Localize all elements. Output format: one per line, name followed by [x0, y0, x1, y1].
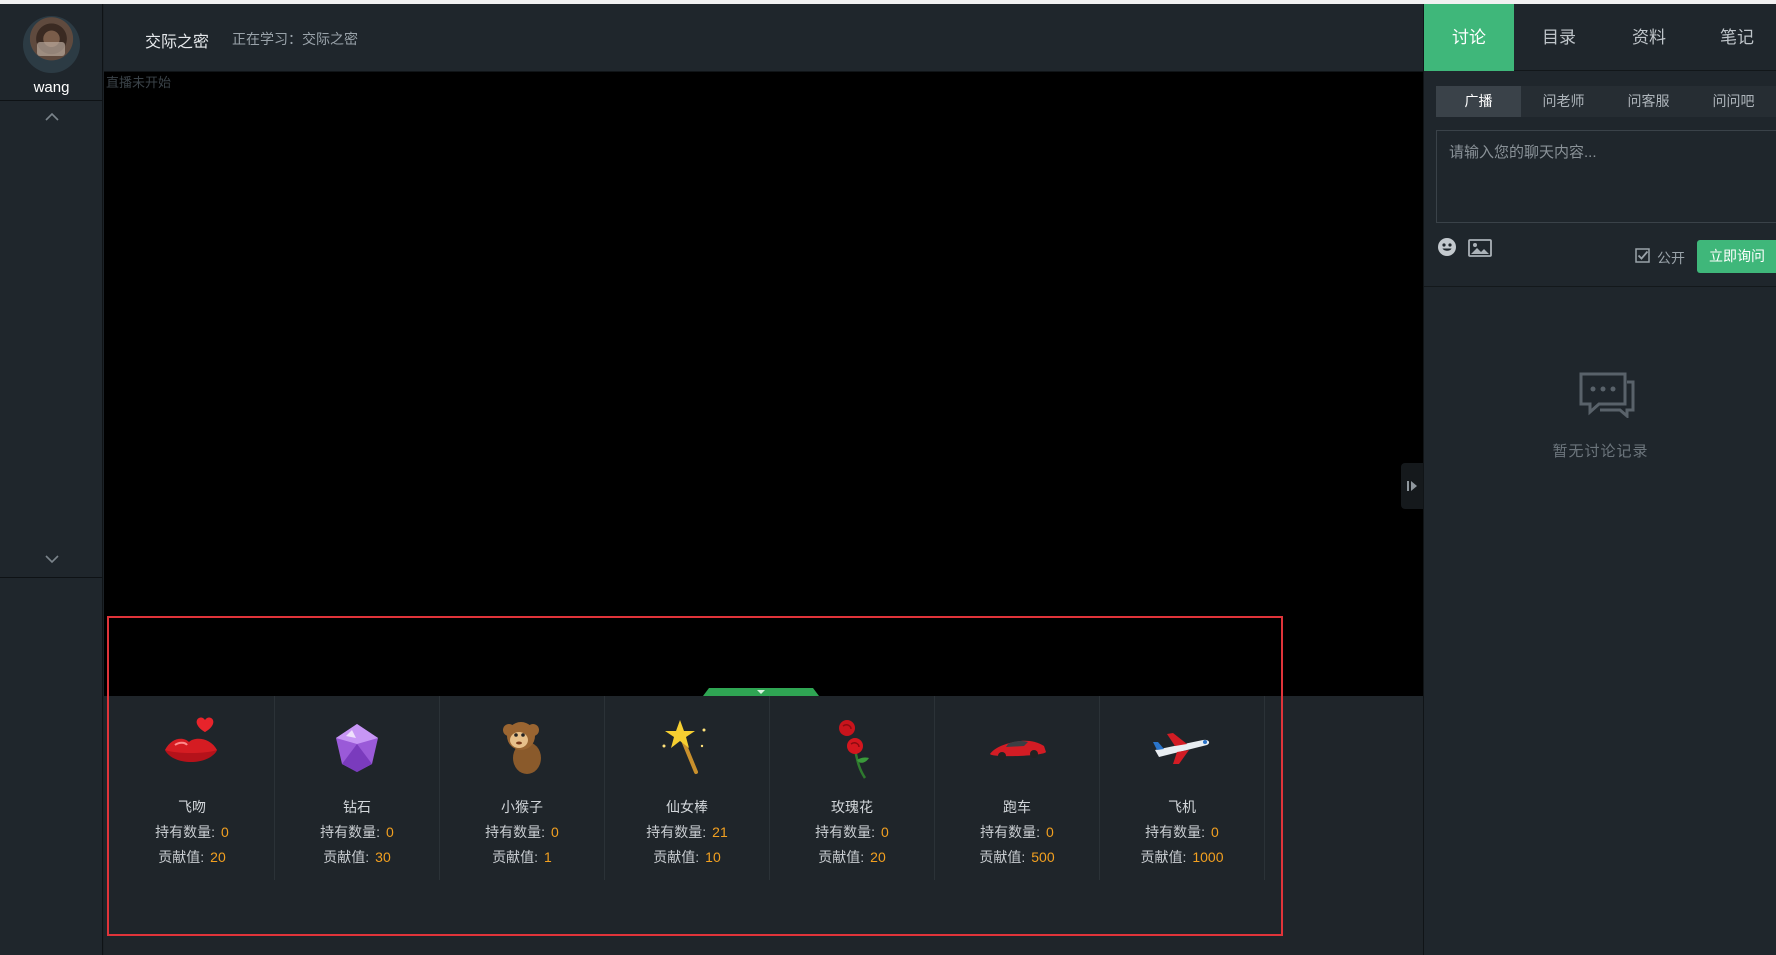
course-title: 交际之密: [145, 34, 210, 51]
collapse-arrow-icon: [1407, 481, 1417, 491]
subtab-broadcast[interactable]: 广播: [1436, 86, 1521, 117]
gift-name: 仙女棒: [666, 799, 708, 815]
chat-subtabs: 广播 问老师 问客服 问问吧: [1436, 86, 1776, 117]
gift-contribution: 贡献值: 30: [323, 849, 391, 865]
scroll-down-icon[interactable]: [40, 547, 64, 571]
gift-owned: 持有数量: 0: [1145, 824, 1219, 840]
gift-owned: 持有数量: 0: [485, 824, 559, 840]
gift-panel-toggle[interactable]: [703, 688, 819, 696]
gift-item[interactable]: 玫瑰花 持有数量: 0 贡献值: 20: [770, 696, 935, 880]
rail-divider: [0, 100, 103, 101]
rose-icon: [839, 720, 869, 779]
username: wang: [33, 79, 70, 96]
gift-item[interactable]: 仙女棒 持有数量: 21 贡献值: 10: [605, 696, 770, 880]
tab-discussion[interactable]: 讨论: [1424, 4, 1514, 71]
gift-name: 跑车: [1003, 799, 1031, 815]
chat-bubble-icon: [1579, 372, 1635, 418]
gift-contribution: 贡献值: 500: [979, 849, 1055, 865]
gift-name: 钻石: [343, 799, 371, 815]
header: 交际之密 正在学习：交际之密: [104, 4, 1423, 72]
panel-divider: [1424, 286, 1776, 287]
gift-item[interactable]: 飞吻 持有数量: 0 贡献值: 20: [110, 696, 275, 880]
kiss-lips-icon: [165, 717, 217, 762]
public-checkbox[interactable]: [1635, 248, 1650, 263]
gift-item[interactable]: 飞机 持有数量: 0 贡献值: 1000: [1100, 696, 1265, 880]
gift-owned: 持有数量: 0: [815, 824, 889, 840]
right-panel: 讨论 目录 资料 笔记 广播 问老师 问客服 问问吧 公开 立即询问 暂无讨论记…: [1423, 4, 1776, 955]
public-label: 公开: [1657, 250, 1685, 266]
empty-discussion-text: 暂无讨论记录: [1552, 443, 1649, 460]
monkey-icon: [503, 722, 541, 774]
gift-contribution: 贡献值: 10: [653, 849, 721, 865]
gift-name: 飞机: [1168, 799, 1196, 815]
gift-owned: 持有数量: 0: [320, 824, 394, 840]
gift-item[interactable]: 小猴子 持有数量: 0 贡献值: 1: [440, 696, 605, 880]
image-upload-icon[interactable]: [1468, 238, 1492, 258]
gift-owned: 持有数量: 21: [646, 824, 728, 840]
gift-item[interactable]: 跑车 持有数量: 0 贡献值: 500: [935, 696, 1100, 880]
gift-name: 飞吻: [178, 799, 206, 815]
ask-now-button[interactable]: 立即询问: [1697, 240, 1776, 273]
left-rail: wang: [0, 4, 103, 955]
panel-tabs: 讨论 目录 资料 笔记: [1424, 4, 1776, 71]
magic-wand-icon: [662, 720, 706, 774]
collapse-panel-handle[interactable]: [1401, 463, 1423, 509]
gift-contribution: 贡献值: 1000: [1140, 849, 1224, 865]
gift-panel: 飞吻 持有数量: 0 贡献值: 20 钻石 持有数量: 0 贡献值: 30 小猴…: [104, 688, 1423, 955]
subtab-ask-forum[interactable]: 问问吧: [1691, 86, 1776, 117]
learning-status: 正在学习：交际之密: [232, 31, 358, 47]
gift-contribution: 贡献值: 20: [158, 849, 226, 865]
gift-list: 飞吻 持有数量: 0 贡献值: 20 钻石 持有数量: 0 贡献值: 30 小猴…: [110, 696, 1265, 880]
emoji-icon[interactable]: [1436, 236, 1458, 258]
gift-name: 玫瑰花: [831, 799, 873, 815]
diamond-icon: [336, 724, 378, 772]
chat-input[interactable]: [1436, 130, 1776, 223]
sports-car-icon: [990, 740, 1046, 760]
gift-contribution: 贡献值: 20: [818, 849, 886, 865]
gift-owned: 持有数量: 0: [980, 824, 1054, 840]
live-status-text: 直播未开始: [106, 75, 172, 90]
subtab-ask-service[interactable]: 问客服: [1606, 86, 1691, 117]
rail-divider: [0, 577, 103, 578]
subtab-ask-teacher[interactable]: 问老师: [1521, 86, 1606, 117]
avatar[interactable]: [23, 16, 80, 73]
video-player[interactable]: 直播未开始: [104, 72, 1423, 696]
scroll-up-icon[interactable]: [40, 105, 64, 129]
tab-catalog[interactable]: 目录: [1514, 4, 1604, 71]
gift-contribution: 贡献值: 1: [492, 849, 552, 865]
tab-notes[interactable]: 笔记: [1692, 4, 1776, 71]
airplane-icon: [1153, 733, 1210, 764]
gift-item[interactable]: 钻石 持有数量: 0 贡献值: 30: [275, 696, 440, 880]
tab-materials[interactable]: 资料: [1604, 4, 1694, 71]
gift-owned: 持有数量: 0: [155, 824, 229, 840]
gift-name: 小猴子: [501, 799, 543, 815]
